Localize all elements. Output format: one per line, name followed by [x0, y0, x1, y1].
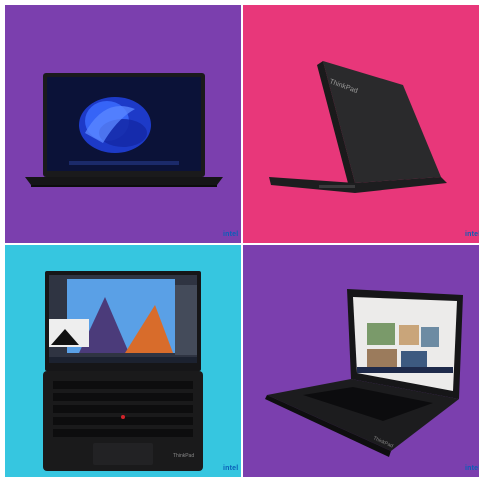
product-image-grid: intel ThinkPad intel ThinkPad intel Thin…: [5, 5, 479, 477]
intel-logo: intel: [223, 231, 239, 238]
svg-text:ThinkPad: ThinkPad: [173, 453, 194, 459]
intel-logo: intel: [223, 465, 239, 472]
intel-logo: intel: [465, 231, 479, 238]
laptop-angled-illustration: ThinkPad: [243, 245, 479, 477]
intel-logo: intel: [465, 465, 479, 472]
tile-laptop-topdown: ThinkPad intel: [5, 245, 241, 477]
laptop-back-illustration: ThinkPad: [243, 5, 479, 243]
laptop-topdown-illustration: ThinkPad: [5, 245, 241, 477]
tile-laptop-angled: ThinkPad intel: [243, 245, 479, 477]
tile-laptop-front: intel: [5, 5, 241, 243]
tile-laptop-back: ThinkPad intel: [243, 5, 479, 243]
laptop-front-illustration: [5, 5, 241, 243]
